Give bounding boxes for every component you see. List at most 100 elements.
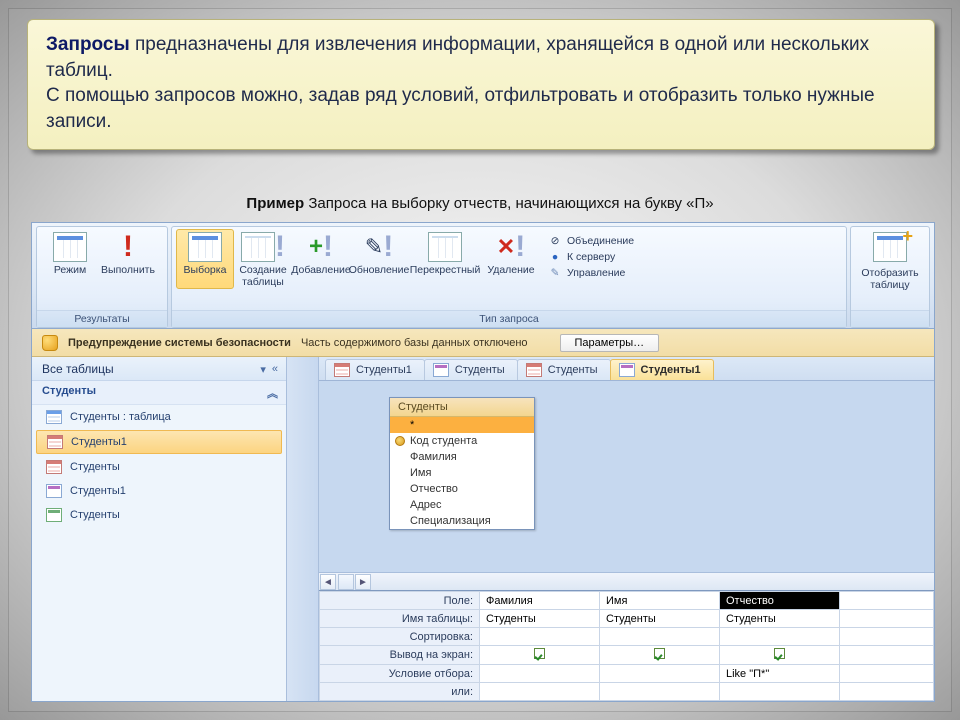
tab-icon	[433, 363, 449, 377]
append-label: Добавление	[291, 264, 351, 288]
crosstab-icon	[428, 232, 462, 262]
scroll-right-icon[interactable]: ►	[355, 574, 371, 590]
tbl-icon	[46, 410, 62, 424]
qbe-cell[interactable]: Студенты	[600, 610, 720, 628]
show-table-button[interactable]: + Отобразитьтаблицу	[855, 229, 925, 292]
qbe-cell[interactable]: Студенты	[480, 610, 600, 628]
table-fieldlist[interactable]: Студенты *Код студентаФамилияИмяОтчество…	[389, 397, 535, 530]
qbe-grid[interactable]: Поле:ФамилияИмяОтчествоИмя таблицы:Студе…	[319, 590, 934, 701]
tab-label: Студенты1	[356, 364, 412, 376]
nav-header[interactable]: Все таблицы ▾«	[32, 357, 286, 381]
select-query-button[interactable]: Выборка	[176, 229, 234, 289]
main-split: Все таблицы ▾« Студенты ︽ Студенты : таб…	[32, 357, 934, 701]
qry-icon	[47, 435, 63, 449]
qbe-cell[interactable]	[480, 646, 600, 665]
qbe-cell-empty[interactable]	[840, 628, 934, 646]
info-bold: Запросы	[46, 34, 130, 55]
append-button[interactable]: +! Добавление	[292, 229, 350, 289]
scroll-thumb[interactable]	[338, 574, 354, 590]
field-row[interactable]: Имя	[390, 465, 534, 481]
redx-icon: ✕	[497, 234, 515, 260]
delete-label: Удаление	[487, 264, 534, 288]
document-tab[interactable]: Студенты1	[610, 359, 714, 380]
qbe-row-label: Вывод на экран:	[320, 646, 480, 665]
ribbon-group-results: Режим ! Выполнить Результаты	[36, 226, 168, 328]
nav-item[interactable]: Студенты	[32, 503, 286, 527]
qbe-cell-empty[interactable]	[840, 683, 934, 701]
qbe-cell-empty[interactable]	[840, 646, 934, 665]
passthrough-query-item[interactable]: ●К серверу	[546, 249, 664, 265]
plus-icon: +	[309, 233, 323, 261]
field-row[interactable]: Код студента	[390, 433, 534, 449]
nav-item[interactable]: Студенты1	[36, 430, 282, 454]
qbe-cell-empty[interactable]	[840, 592, 934, 610]
qbe-row-label: Сортировка:	[320, 628, 480, 646]
security-options-button[interactable]: Параметры…	[560, 334, 660, 352]
qbe-cell-empty[interactable]	[840, 610, 934, 628]
qbe-cell[interactable]	[480, 628, 600, 646]
qbe-cell[interactable]	[480, 683, 600, 701]
nav-item-label: Студенты	[70, 461, 120, 473]
nav-item[interactable]: Студенты : таблица	[32, 405, 286, 429]
union-query-item[interactable]: ⊘Объединение	[546, 233, 664, 249]
document-tab[interactable]: Студенты	[424, 359, 518, 380]
checkbox-icon[interactable]	[534, 648, 545, 659]
qbe-cell[interactable]	[720, 646, 840, 665]
exclaim-icon: !	[275, 232, 285, 262]
nav-item[interactable]: Студенты1	[32, 479, 286, 503]
tab-icon	[526, 363, 542, 377]
checkbox-icon[interactable]	[774, 648, 785, 659]
qbe-cell[interactable]: Like "П*"	[720, 665, 840, 683]
select-query-label: Выборка	[184, 264, 227, 288]
collapse-icon[interactable]: «	[272, 363, 278, 376]
field-row[interactable]: *	[390, 417, 534, 433]
qbe-row-label: Поле:	[320, 592, 480, 610]
ribbon-group-show: + Отобразитьтаблицу	[850, 226, 930, 328]
checkbox-icon[interactable]	[654, 648, 665, 659]
qbe-cell[interactable]: Студенты	[720, 610, 840, 628]
field-row[interactable]: Специализация	[390, 513, 534, 529]
frm-icon	[46, 484, 62, 498]
qbe-cell[interactable]: Имя	[600, 592, 720, 610]
qbe-cell[interactable]: Отчество	[720, 592, 840, 610]
qbe-cell[interactable]	[480, 665, 600, 683]
field-row[interactable]: Фамилия	[390, 449, 534, 465]
qbe-cell[interactable]	[600, 665, 720, 683]
datadef-query-item[interactable]: ✎Управление	[546, 265, 664, 281]
nav-item[interactable]: Студенты	[32, 455, 286, 479]
qbe-cell[interactable]	[720, 683, 840, 701]
navigation-pane[interactable]: Все таблицы ▾« Студенты ︽ Студенты : таб…	[32, 357, 287, 701]
canvas-hscroll[interactable]: ◄ ►	[319, 572, 934, 590]
update-button[interactable]: ✎! Обновление	[350, 229, 408, 289]
nav-group-label: Студенты	[42, 385, 96, 401]
delete-button[interactable]: ✕! Удаление	[482, 229, 540, 289]
document-tab[interactable]: Студенты1	[325, 359, 425, 380]
qbe-cell-empty[interactable]	[840, 665, 934, 683]
nav-group-header[interactable]: Студенты ︽	[32, 381, 286, 405]
pencil-icon: ✎	[365, 234, 383, 260]
qbe-cell[interactable]: Фамилия	[480, 592, 600, 610]
mode-button[interactable]: Режим	[41, 229, 99, 289]
group-type-title: Тип запроса	[172, 310, 846, 327]
show-table-label: Отобразитьтаблицу	[861, 267, 918, 291]
document-tab[interactable]: Студенты	[517, 359, 611, 380]
crosstab-label: Перекрестный	[410, 264, 481, 288]
extra-list: ⊘Объединение ●К серверу ✎Управление	[546, 229, 664, 281]
crosstab-button[interactable]: Перекрестный	[408, 229, 482, 289]
run-button[interactable]: ! Выполнить	[99, 229, 157, 289]
field-row[interactable]: Адрес	[390, 497, 534, 513]
maketable-button[interactable]: ! Созданиетаблицы	[234, 229, 292, 289]
field-row[interactable]: Отчество	[390, 481, 534, 497]
fieldlist-title: Студенты	[390, 398, 534, 417]
mode-label: Режим	[54, 264, 86, 288]
plus-badge-icon: +	[902, 226, 913, 247]
qbe-cell[interactable]	[600, 683, 720, 701]
tab-label: Студенты1	[641, 364, 701, 376]
scroll-left-icon[interactable]: ◄	[320, 574, 336, 590]
chevron-down-icon[interactable]: ▾	[260, 363, 266, 376]
design-canvas[interactable]: Студенты *Код студентаФамилияИмяОтчество…	[319, 381, 934, 572]
qbe-cell[interactable]	[720, 628, 840, 646]
qbe-cell[interactable]	[600, 646, 720, 665]
qbe-cell[interactable]	[600, 628, 720, 646]
group-results-title: Результаты	[37, 310, 167, 327]
